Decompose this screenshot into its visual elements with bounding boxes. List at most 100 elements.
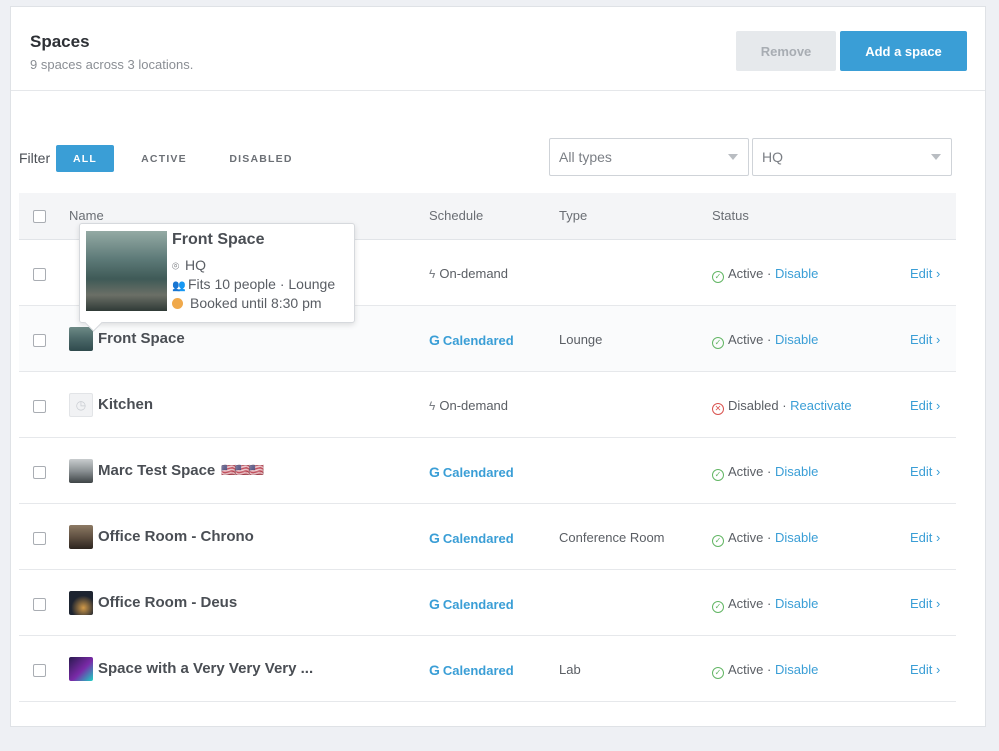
check-circle-icon: ✓: [712, 337, 724, 349]
row-checkbox[interactable]: [33, 664, 46, 677]
edit-link[interactable]: Edit ›: [910, 530, 940, 545]
type-select[interactable]: All types: [549, 138, 749, 176]
status-cell: ✓ Active · Disable: [712, 596, 818, 613]
status-cell: ✓ Active · Disable: [712, 530, 818, 547]
google-calendar-icon: G: [429, 662, 440, 678]
status-text: Active: [728, 332, 764, 347]
space-thumbnail: [69, 459, 93, 483]
popover-title: Front Space: [172, 231, 265, 248]
edit-link[interactable]: Edit ›: [910, 662, 940, 677]
status-text: Active: [728, 662, 764, 677]
schedule-calendared: G Calendared: [429, 464, 514, 480]
disable-link[interactable]: Disable: [775, 596, 818, 611]
table-row[interactable]: Marc Test Space 🇺🇸🇺🇸🇺🇸 G Calendared ✓ Activ…: [19, 438, 956, 504]
column-schedule[interactable]: Schedule: [429, 208, 483, 223]
popover-booking: Booked until 8:30 pm: [172, 295, 322, 311]
booked-status-dot: [172, 298, 183, 309]
space-preview-popover: Front Space ⌾ HQ 👥 Fits 10 people · Lounge…: [79, 223, 355, 323]
schedule-ondemand: ϟ On-demand: [429, 398, 509, 413]
row-checkbox[interactable]: [33, 598, 46, 611]
edit-link[interactable]: Edit ›: [910, 464, 940, 479]
column-type[interactable]: Type: [559, 208, 587, 223]
status-cell: ✓ Active · Disable: [712, 464, 818, 481]
row-checkbox[interactable]: [33, 400, 46, 413]
table-row[interactable]: Office Room - Chrono G Calendared Confere…: [19, 504, 956, 570]
column-status[interactable]: Status: [712, 208, 749, 223]
reactivate-link[interactable]: Reactivate: [790, 398, 851, 413]
status-text: Disabled: [728, 398, 779, 413]
status-text: Active: [728, 464, 764, 479]
status-text: Active: [728, 530, 764, 545]
edit-link[interactable]: Edit ›: [910, 266, 940, 281]
space-preview-image: [86, 231, 167, 311]
space-name[interactable]: Front Space: [98, 330, 185, 347]
space-name[interactable]: Kitchen: [98, 396, 153, 413]
disable-link[interactable]: Disable: [775, 530, 818, 545]
disable-link[interactable]: Disable: [775, 662, 818, 677]
remove-button[interactable]: Remove: [736, 31, 836, 71]
page-title: Spaces: [30, 32, 90, 51]
disable-link[interactable]: Disable: [775, 464, 818, 479]
chevron-down-icon: [931, 154, 941, 160]
page-subtitle: 9 spaces across 3 locations.: [30, 57, 194, 72]
status-cell: ✓ Active · Disable: [712, 266, 818, 283]
schedule-calendared: G Calendared: [429, 530, 514, 546]
space-thumbnail: [69, 591, 93, 615]
space-name[interactable]: Office Room - Chrono: [98, 528, 254, 545]
check-circle-icon: ✓: [712, 667, 724, 679]
table-row[interactable]: Space with a Very Very Very ... G Calenda…: [19, 636, 956, 702]
row-checkbox[interactable]: [33, 268, 46, 281]
flag-icon: 🇺🇸🇺🇸🇺🇸: [221, 463, 264, 477]
add-space-button[interactable]: Add a space: [840, 31, 967, 71]
google-calendar-icon: G: [429, 464, 440, 480]
filter-label: Filter: [19, 150, 51, 166]
status-cell: ✕ Disabled · Reactivate: [712, 398, 852, 415]
google-calendar-icon: G: [429, 332, 440, 348]
space-type: Lounge: [559, 332, 603, 347]
filter-tab-disabled[interactable]: DISABLED: [224, 145, 298, 172]
google-calendar-icon: G: [429, 596, 440, 612]
row-checkbox[interactable]: [33, 532, 46, 545]
bolt-icon: ϟ: [429, 399, 436, 413]
space-name[interactable]: Office Room - Deus: [98, 594, 237, 611]
filter-tab-all[interactable]: ALL: [56, 145, 114, 172]
status-text: Active: [728, 596, 764, 611]
status-cell: ✓ Active · Disable: [712, 332, 818, 349]
select-all-checkbox[interactable]: [33, 210, 46, 223]
filter-tab-active[interactable]: ACTIVE: [131, 145, 197, 172]
chevron-down-icon: [728, 154, 738, 160]
location-select[interactable]: HQ: [752, 138, 952, 176]
space-type: Lab: [559, 662, 581, 677]
edit-link[interactable]: Edit ›: [910, 596, 940, 611]
space-thumbnail: [69, 657, 93, 681]
table-row[interactable]: Office Room - Deus G Calendared ✓ Active ·…: [19, 570, 956, 636]
column-name[interactable]: Name: [69, 208, 104, 223]
check-circle-icon: ✓: [712, 535, 724, 547]
type-select-value: All types: [559, 149, 612, 165]
schedule-calendared: G Calendared: [429, 596, 514, 612]
popover-capacity: 👥 Fits 10 people · Lounge: [172, 276, 336, 292]
location-pin-icon: ⌾: [172, 259, 180, 273]
edit-link[interactable]: Edit ›: [910, 398, 940, 413]
schedule-calendared: G Calendared: [429, 662, 514, 678]
people-icon: 👥: [172, 280, 186, 292]
space-name[interactable]: Marc Test Space 🇺🇸🇺🇸🇺🇸: [98, 462, 264, 479]
space-name[interactable]: Space with a Very Very Very ...: [98, 660, 313, 677]
row-checkbox[interactable]: [33, 466, 46, 479]
google-calendar-icon: G: [429, 530, 440, 546]
check-circle-icon: ✓: [712, 271, 724, 283]
check-circle-icon: ✓: [712, 469, 724, 481]
filter-bar: Filter ALL ACTIVE DISABLED All types HQ: [19, 138, 959, 178]
space-thumbnail: [69, 525, 93, 549]
check-circle-icon: ✓: [712, 601, 724, 613]
schedule-calendared: G Calendared: [429, 332, 514, 348]
disable-link[interactable]: Disable: [775, 266, 818, 281]
disable-link[interactable]: Disable: [775, 332, 818, 347]
space-type: Conference Room: [559, 530, 665, 545]
edit-link[interactable]: Edit ›: [910, 332, 940, 347]
row-checkbox[interactable]: [33, 334, 46, 347]
table-row[interactable]: ◷ Kitchen ϟ On-demand ✕ Disabled · Reactiv…: [19, 372, 956, 438]
status-cell: ✓ Active · Disable: [712, 662, 818, 679]
status-text: Active: [728, 266, 764, 281]
clock-icon: ◷: [69, 393, 93, 417]
